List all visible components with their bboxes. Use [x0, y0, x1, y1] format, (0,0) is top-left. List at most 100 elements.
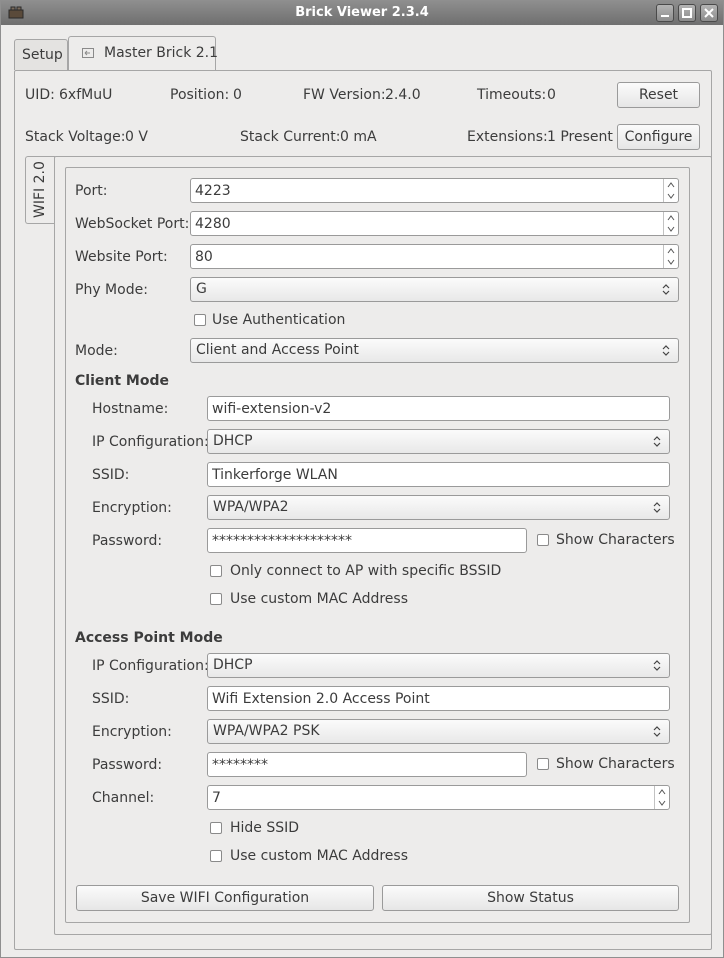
save-wifi-configuration-button[interactable]: Save WIFI Configuration — [76, 885, 374, 911]
mode-label: Mode: — [75, 343, 118, 359]
window-title: Brick Viewer 2.3.4 — [295, 5, 429, 20]
updown-arrow-icon — [653, 436, 661, 447]
updown-arrow-icon — [662, 284, 670, 295]
tab-master-brick[interactable]: Master Brick 2.1 — [68, 36, 218, 71]
stack-current-label: Stack Current: — [240, 129, 341, 145]
access-point-mode-heading: Access Point Mode — [75, 630, 223, 646]
website-port-input[interactable] — [191, 245, 662, 268]
tab-wifi-2-0[interactable]: WIFI 2.0 — [25, 156, 55, 224]
client-custom-mac-checkbox[interactable] — [210, 593, 222, 605]
ap-ssid-label: SSID: — [92, 691, 130, 707]
fw-version-value: 2.4.0 — [385, 87, 421, 103]
chevron-up-icon[interactable] — [667, 215, 675, 221]
app-window: Brick Viewer 2.3.4 Setup Master Brick 2.… — [0, 0, 724, 958]
position-label: Position: — [170, 87, 230, 103]
hide-ssid-checkbox[interactable] — [210, 822, 222, 834]
reset-button[interactable]: Reset — [617, 82, 700, 108]
stack-voltage-value: 0 V — [125, 129, 148, 145]
chevron-down-icon[interactable] — [667, 193, 675, 199]
brick-icon — [8, 6, 24, 19]
client-show-characters-checkbox[interactable] — [537, 534, 549, 546]
uid-label: UID: — [25, 87, 55, 103]
configure-button[interactable]: Configure — [617, 124, 700, 150]
ap-channel-label: Channel: — [92, 790, 155, 806]
minimize-icon — [661, 15, 669, 17]
stack-voltage-label: Stack Voltage: — [25, 129, 126, 145]
use-authentication-checkbox[interactable] — [194, 314, 206, 326]
mode-select[interactable]: Client and Access Point — [190, 338, 679, 363]
tab-setup-label: Setup — [22, 47, 63, 63]
website-port-spin-buttons[interactable] — [663, 245, 678, 268]
ap-show-characters-label: Show Characters — [556, 756, 675, 772]
client-mode-heading: Client Mode — [75, 373, 169, 389]
websocket-port-spin-buttons[interactable] — [663, 212, 678, 235]
client-ip-configuration-value: DHCP — [213, 433, 253, 449]
phy-mode-value: G — [196, 281, 207, 297]
ap-channel-input[interactable] — [208, 786, 653, 809]
ap-channel-spin-buttons[interactable] — [654, 786, 669, 809]
position-value: 0 — [233, 87, 242, 103]
client-ssid-label: SSID: — [92, 467, 130, 483]
updown-arrow-icon — [653, 660, 661, 671]
extensions-label: Extensions: — [467, 129, 548, 145]
ap-channel-spinbox[interactable] — [207, 785, 670, 810]
port-label: Port: — [75, 183, 108, 199]
close-button[interactable] — [700, 4, 718, 22]
ap-password-input[interactable] — [208, 753, 526, 776]
ap-password-label: Password: — [92, 757, 163, 773]
ap-ssid-field[interactable] — [207, 686, 670, 711]
updown-arrow-icon — [662, 345, 670, 356]
website-port-spinbox[interactable] — [190, 244, 679, 269]
timeouts-label: Timeouts: — [477, 87, 547, 103]
port-spinbox[interactable] — [190, 178, 679, 203]
client-password-field[interactable] — [207, 528, 527, 553]
ap-encryption-label: Encryption: — [92, 724, 172, 740]
chevron-down-icon[interactable] — [667, 226, 675, 232]
client-ip-configuration-select[interactable]: DHCP — [207, 429, 670, 454]
client-ip-configuration-label: IP Configuration: — [92, 434, 209, 450]
chevron-up-icon[interactable] — [667, 182, 675, 188]
chevron-down-icon[interactable] — [667, 259, 675, 265]
client-ssid-input[interactable] — [208, 463, 669, 486]
chevron-up-icon[interactable] — [658, 789, 666, 795]
chevron-up-icon[interactable] — [667, 248, 675, 254]
phy-mode-select[interactable]: G — [190, 277, 679, 302]
ap-password-field[interactable] — [207, 752, 527, 777]
ap-ssid-input[interactable] — [208, 687, 669, 710]
title-bar[interactable]: Brick Viewer 2.3.4 — [1, 1, 723, 25]
uid-value: 6xfMuU — [59, 87, 113, 103]
tab-setup[interactable]: Setup — [14, 39, 68, 70]
client-encryption-select[interactable]: WPA/WPA2 — [207, 495, 670, 520]
websocket-port-label: WebSocket Port: — [75, 216, 190, 232]
ap-ip-configuration-value: DHCP — [213, 657, 253, 673]
client-show-characters-label: Show Characters — [556, 532, 675, 548]
ap-show-characters-checkbox[interactable] — [537, 758, 549, 770]
undock-icon[interactable] — [82, 48, 94, 58]
use-authentication-label: Use Authentication — [212, 312, 346, 328]
mode-value: Client and Access Point — [196, 342, 359, 358]
websocket-port-spinbox[interactable] — [190, 211, 679, 236]
website-port-label: Website Port: — [75, 249, 168, 265]
updown-arrow-icon — [653, 726, 661, 737]
client-password-input[interactable] — [208, 529, 526, 552]
phy-mode-label: Phy Mode: — [75, 282, 148, 298]
ap-custom-mac-checkbox[interactable] — [210, 850, 222, 862]
client-hostname-field[interactable] — [207, 396, 670, 421]
stack-current-value: 0 mA — [340, 129, 377, 145]
ap-ip-configuration-select[interactable]: DHCP — [207, 653, 670, 678]
ap-encryption-value: WPA/WPA2 PSK — [213, 723, 320, 739]
specific-bssid-checkbox[interactable] — [210, 565, 222, 577]
chevron-down-icon[interactable] — [658, 800, 666, 806]
show-status-button[interactable]: Show Status — [382, 885, 679, 911]
client-hostname-input[interactable] — [208, 397, 669, 420]
client-custom-mac-label: Use custom MAC Address — [230, 591, 409, 607]
close-icon — [704, 8, 714, 18]
ap-encryption-select[interactable]: WPA/WPA2 PSK — [207, 719, 670, 744]
maximize-button[interactable] — [678, 4, 696, 22]
websocket-port-input[interactable] — [191, 212, 662, 235]
port-input[interactable] — [191, 179, 662, 202]
port-spin-buttons[interactable] — [663, 179, 678, 202]
minimize-button[interactable] — [656, 4, 674, 22]
client-encryption-label: Encryption: — [92, 500, 172, 516]
client-ssid-field[interactable] — [207, 462, 670, 487]
